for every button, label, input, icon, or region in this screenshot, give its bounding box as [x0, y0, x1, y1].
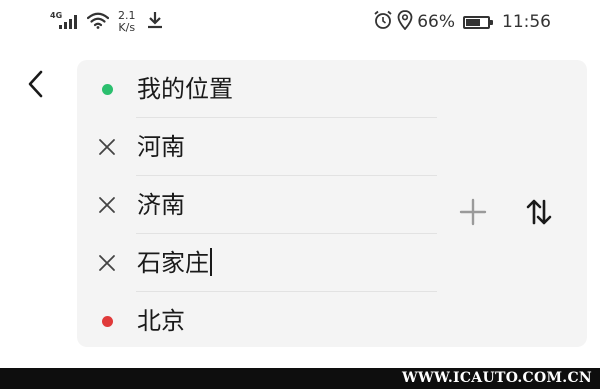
- remove-stop-button[interactable]: [97, 195, 117, 215]
- network-speed: 2.1 K/s: [118, 10, 136, 34]
- back-button[interactable]: [20, 64, 52, 104]
- green-dot-icon: [101, 83, 113, 95]
- route-stop-waypoint[interactable]: 河南: [77, 118, 437, 176]
- swap-vertical-icon: [526, 199, 552, 225]
- end-marker-icon: [97, 311, 117, 331]
- add-stop-button[interactable]: [453, 192, 493, 232]
- clock: 11:56: [502, 12, 551, 32]
- battery-fill: [466, 18, 480, 26]
- watermark-bar: WWW.ICAUTO.COM.CN: [0, 368, 600, 389]
- download-icon: [147, 11, 163, 33]
- battery-icon: [463, 15, 493, 29]
- wifi-icon: [86, 12, 110, 33]
- route-stop-start[interactable]: 我的位置: [77, 60, 437, 118]
- route-stop-label: 河南: [137, 133, 185, 161]
- text-caret: [210, 248, 212, 276]
- route-stop-waypoint-focused[interactable]: 石家庄: [77, 234, 437, 292]
- status-bar-left: 4G 2.1 K/s: [50, 8, 163, 36]
- route-stop-waypoint[interactable]: 济南: [77, 176, 437, 234]
- red-dot-icon: [101, 315, 113, 327]
- start-marker-icon: [97, 79, 117, 99]
- battery-percent: 66%: [417, 12, 455, 32]
- chevron-left-icon: [28, 70, 43, 98]
- close-icon: [99, 139, 115, 155]
- close-icon: [99, 255, 115, 271]
- route-stop-label: 北京: [137, 307, 185, 335]
- route-stop-input[interactable]: 石家庄: [137, 248, 212, 278]
- close-icon: [99, 197, 115, 213]
- plus-icon: [459, 198, 487, 226]
- swap-order-button[interactable]: [519, 192, 559, 232]
- watermark-text: WWW.ICAUTO.COM.CN: [401, 370, 592, 386]
- route-stop-label: 我的位置: [137, 75, 233, 103]
- route-stop-label: 石家庄: [137, 249, 209, 277]
- remove-stop-button[interactable]: [97, 253, 117, 273]
- alarm-icon: [373, 10, 393, 35]
- remove-stop-button[interactable]: [97, 137, 117, 157]
- signal-icon: 4G: [50, 12, 80, 32]
- status-bar-right: 66% 11:56: [373, 8, 551, 36]
- route-card: 我的位置 河南 济南 石家庄 北京: [77, 60, 587, 347]
- status-bar: 4G 2.1 K/s 66% 11:56: [0, 0, 600, 44]
- speed-unit: K/s: [118, 21, 136, 34]
- route-stop-end[interactable]: 北京: [77, 292, 437, 350]
- route-stop-label: 济南: [137, 191, 185, 219]
- location-icon: [397, 9, 413, 35]
